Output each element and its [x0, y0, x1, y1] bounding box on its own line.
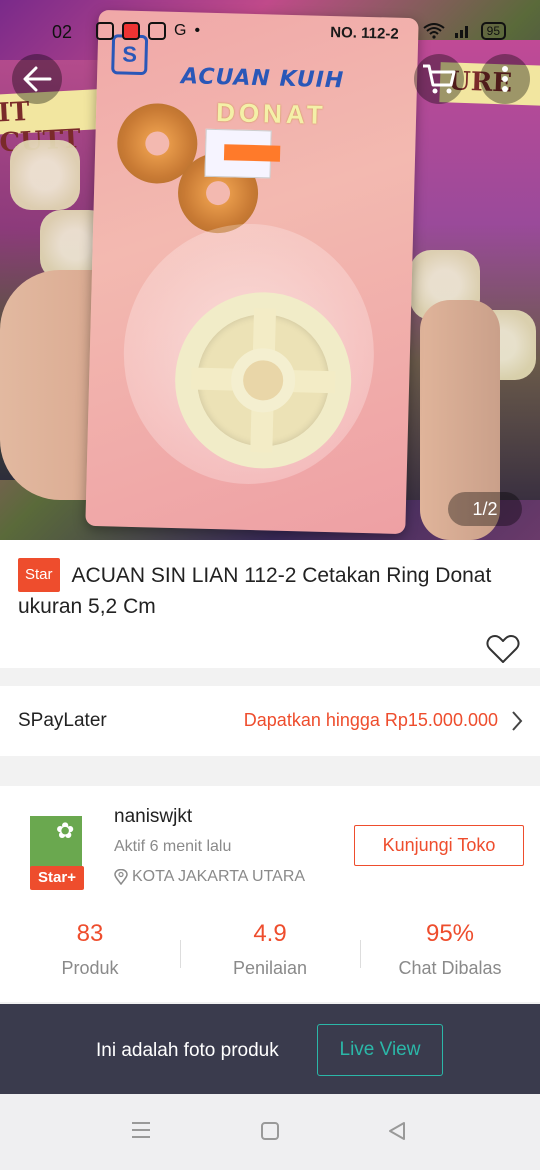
back-triangle-icon[interactable] — [386, 1120, 408, 1142]
status-notification-icons: G • — [96, 22, 200, 40]
bg-cutter — [10, 140, 80, 210]
visit-shop-button[interactable]: Kunjungi Toko — [354, 825, 524, 866]
cart-button[interactable] — [414, 54, 464, 104]
instagram-icon — [148, 22, 166, 40]
stat-value: 83 — [76, 920, 104, 947]
more-vertical-icon — [502, 66, 508, 92]
product-package: S NO. 112-2 ACUAN KUIH DONAT — [85, 9, 419, 535]
label-tape — [223, 144, 281, 162]
status-right: 95 — [423, 22, 506, 40]
stat-label: Chat Dibalas — [398, 958, 502, 978]
price-label — [204, 128, 281, 179]
dot-icon: • — [194, 22, 201, 39]
back-arrow-icon — [23, 66, 52, 92]
stat-value: 95% — [425, 920, 475, 947]
shop-location: KOTA JAKARTA UTARA — [114, 868, 305, 886]
chevron-right-icon — [512, 711, 523, 731]
stat-products[interactable]: 83 Produk — [0, 916, 180, 986]
package-product: DONAT — [215, 97, 328, 130]
stat-label: Penilaian — [232, 958, 308, 978]
menu-icon[interactable] — [130, 1120, 152, 1140]
notification-icon — [96, 22, 114, 40]
star-badge: Star — [18, 558, 60, 592]
package-brand: ACUAN KUIH — [180, 64, 345, 94]
back-button[interactable] — [12, 54, 62, 104]
heart-icon — [486, 635, 520, 663]
live-view-button[interactable]: Live View — [317, 1024, 443, 1076]
star-plus-badge: Star+ — [30, 866, 84, 890]
product-image[interactable]: IT CUTT URE S NO. 112-2 ACUAN KUIH DONAT… — [0, 0, 540, 540]
shop-section: Star+ naniswjkt Aktif 6 menit lalu KOTA … — [0, 786, 540, 1002]
stat-value: 4.9 — [253, 920, 287, 947]
favorite-button[interactable] — [486, 634, 520, 669]
stat-rating[interactable]: 4.9 Penilaian — [180, 916, 360, 986]
signal-icon — [454, 26, 468, 38]
stat-chat-reply: 95% Chat Dibalas — [360, 916, 540, 986]
notification-icon — [122, 22, 140, 40]
status-time: 02 — [52, 22, 73, 42]
more-button[interactable] — [480, 54, 530, 104]
product-title-section: Star ACUAN SIN LIAN 112-2 Cetakan Ring Do… — [0, 540, 540, 668]
location-pin-icon — [114, 869, 128, 885]
image-counter: 1/2 — [448, 492, 522, 526]
home-square-icon[interactable] — [259, 1120, 281, 1142]
shop-location-text: KOTA JAKARTA UTARA — [132, 868, 306, 885]
wifi-icon — [423, 23, 445, 39]
spaylater-row[interactable]: SPayLater Dapatkan hingga Rp15.000.000 — [0, 686, 540, 756]
shop-stats: 83 Produk 4.9 Penilaian 95% Chat Dibalas — [0, 916, 540, 986]
cart-icon — [423, 64, 456, 94]
status-bar: 02 G • 95 — [0, 0, 540, 64]
product-page: IT CUTT URE S NO. 112-2 ACUAN KUIH DONAT… — [0, 0, 540, 1170]
product-title: Star ACUAN SIN LIAN 112-2 Cetakan Ring Do… — [18, 558, 518, 622]
shop-name[interactable]: naniswjkt — [114, 806, 192, 828]
google-icon: G — [174, 22, 187, 39]
shop-active-status: Aktif 6 menit lalu — [114, 838, 232, 855]
spaylater-label: SPayLater — [18, 710, 107, 731]
stat-label: Produk — [61, 958, 119, 978]
product-photo-bar: Ini adalah foto produk Live View — [0, 1004, 540, 1094]
product-title-text: ACUAN SIN LIAN 112-2 Cetakan Ring Donat … — [18, 564, 492, 618]
system-nav-bar — [0, 1094, 540, 1170]
photo-bar-text: Ini adalah foto produk — [96, 1040, 279, 1061]
battery-icon: 95 — [480, 22, 506, 40]
ring-hole — [230, 347, 296, 414]
spaylater-value: Dapatkan hingga Rp15.000.000 — [243, 710, 498, 730]
